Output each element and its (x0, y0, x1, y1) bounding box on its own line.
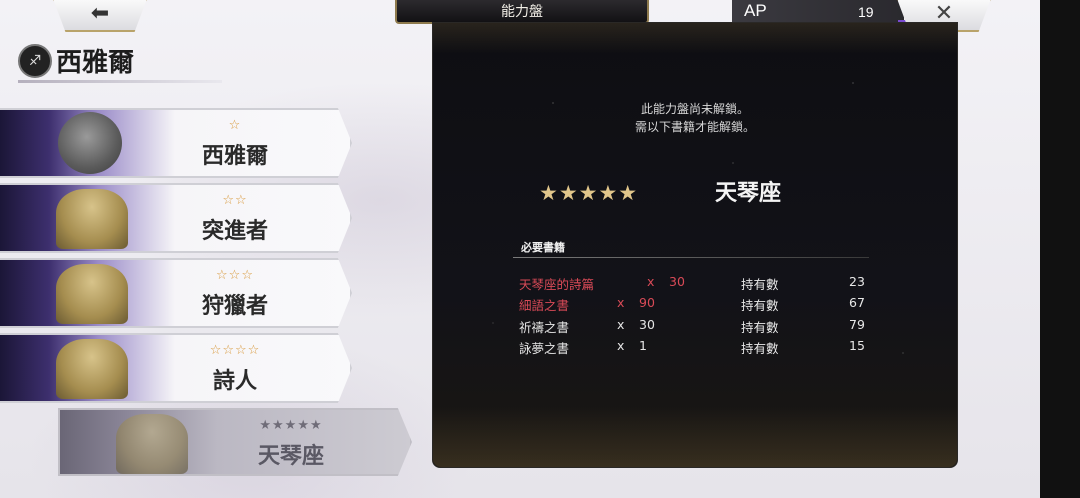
owned-label: 持有數 (741, 277, 779, 292)
multiplier-sign: x (617, 338, 625, 353)
owned-label: 持有數 (741, 341, 779, 356)
owned-count: 67 (849, 295, 865, 310)
book-name: 祈禱之書 (519, 320, 570, 335)
owned-label: 持有數 (741, 298, 779, 313)
requirement-row: 天琴座的詩篇 x 30 持有數 23 (519, 274, 869, 292)
lock-message-line1: 此能力盤尚未解鎖。 (640, 102, 749, 116)
requirement-row: 祈禱之書 x 30 持有數 79 (519, 317, 869, 335)
requirement-row: 詠夢之書 x 1 持有數 15 (519, 338, 869, 356)
tier-name: 狩獵者 (201, 293, 268, 319)
tier-item-3[interactable]: ☆☆☆ 狩獵者 (0, 258, 352, 328)
tier-name: 詩人 (212, 368, 257, 394)
tier-portrait-hunter-icon (56, 264, 128, 324)
owned-count: 79 (849, 317, 865, 332)
required-count: 30 (669, 274, 685, 289)
requirement-row: 細語之書 x 90 持有數 67 (519, 295, 869, 313)
tier-name: 天琴座 (257, 443, 324, 469)
tier-portrait-poet-icon (56, 339, 128, 399)
owned-count: 23 (849, 274, 865, 289)
panel-ornament-bottom (433, 407, 957, 467)
tier-name: 突進者 (201, 218, 268, 244)
multiplier-sign: x (617, 317, 625, 332)
character-header: ♐ 西雅爾 (18, 42, 228, 90)
tier-stars: ☆ (228, 118, 242, 133)
requirements-divider (513, 257, 869, 258)
book-name: 詠夢之書 (519, 341, 570, 356)
owned-label: 持有數 (741, 320, 779, 335)
required-count: 90 (639, 295, 655, 310)
lock-message-line2: 需以下書籍才能解鎖。 (634, 120, 755, 134)
tier-stars: ☆☆☆☆ (209, 343, 261, 358)
board-name: 天琴座 (715, 180, 782, 206)
tier-portrait-lyra-icon (116, 414, 188, 474)
ap-value: 19 (858, 4, 874, 20)
header-divider (18, 80, 222, 83)
tier-stars: ☆☆☆ (216, 268, 254, 283)
tier-item-1[interactable]: ☆ 西雅爾 (0, 108, 352, 178)
back-button[interactable]: ⬅ (52, 0, 148, 32)
tier-stars: ☆☆ (222, 193, 248, 208)
owned-count: 15 (849, 338, 865, 353)
ap-label: AP (744, 1, 767, 20)
required-count: 30 (639, 317, 655, 332)
ap-display: AP 19 (732, 0, 904, 22)
book-name: 細語之書 (519, 298, 570, 313)
tier-name: 西雅爾 (201, 143, 268, 169)
board-rarity-stars: ★★★★★ (539, 181, 639, 205)
tier-portrait-hooded-icon (58, 112, 122, 174)
screen-title-label: 能力盤 (501, 4, 543, 20)
book-name: 天琴座的詩篇 (519, 277, 595, 292)
tier-item-2[interactable]: ☆☆ 突進者 (0, 183, 352, 253)
back-arrow-icon: ⬅ (90, 0, 110, 26)
sagittarius-emblem-icon: ♐ (18, 44, 52, 78)
required-count: 1 (639, 338, 647, 353)
tier-item-4[interactable]: ☆☆☆☆ 詩人 (0, 333, 352, 403)
screen-edge (1040, 0, 1080, 498)
tier-item-5-selected[interactable]: ★★★★★ 天琴座 (58, 408, 412, 476)
ability-board-panel: 此能力盤尚未解鎖。 需以下書籍才能解鎖。 ★★★★★ 天琴座 必要書籍 天琴座的… (432, 22, 958, 468)
tier-portrait-charger-icon (56, 189, 128, 249)
tier-stars: ★★★★★ (259, 418, 323, 433)
requirements-header: 必要書籍 (521, 241, 565, 254)
screen-title: 能力盤 (395, 0, 649, 24)
multiplier-sign: x (617, 295, 625, 310)
character-name: 西雅爾 (56, 48, 135, 78)
panel-ornament-top (433, 23, 957, 53)
multiplier-sign: x (647, 274, 655, 289)
